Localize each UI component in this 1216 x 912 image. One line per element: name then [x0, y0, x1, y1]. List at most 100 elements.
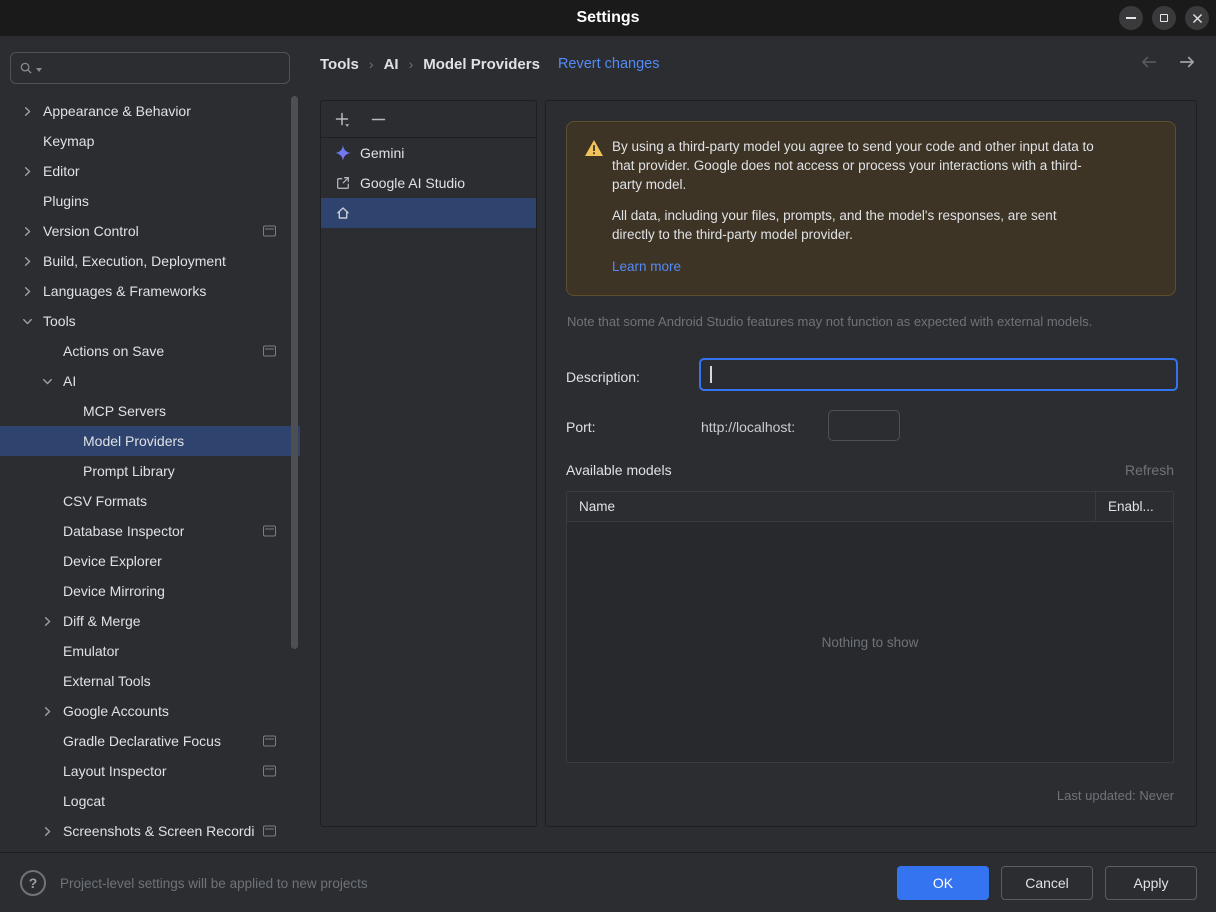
sidebar-item-label: Languages & Frameworks	[43, 283, 207, 299]
close-button[interactable]	[1185, 6, 1209, 30]
warning-icon	[585, 140, 603, 156]
help-icon: ?	[28, 875, 38, 891]
sidebar-item-editor[interactable]: Editor	[0, 156, 300, 186]
external-models-note: Note that some Android Studio features m…	[567, 314, 1093, 329]
refresh-link[interactable]: Refresh	[1125, 462, 1174, 478]
port-label: Port:	[566, 419, 596, 435]
project-settings-icon	[263, 765, 276, 777]
sidebar-item-prompt-library[interactable]: Prompt Library	[0, 456, 300, 486]
sidebar-item-plugins[interactable]: Plugins	[0, 186, 300, 216]
search-box[interactable]	[10, 52, 290, 84]
project-settings-icon	[263, 225, 276, 237]
sidebar-item-emulator[interactable]: Emulator	[0, 636, 300, 666]
sidebar-item-label: External Tools	[63, 673, 151, 689]
chevron-right-icon[interactable]	[20, 163, 43, 179]
sidebar-item-label: AI	[63, 373, 77, 389]
chevron-right-icon[interactable]	[20, 103, 43, 119]
ai-studio-icon	[335, 175, 351, 191]
models-table: Name Enabl... Nothing to show	[566, 491, 1174, 763]
provider-item-label: Google AI Studio	[360, 175, 466, 191]
chevron-down-icon[interactable]	[40, 373, 63, 389]
chevron-down-icon[interactable]	[20, 313, 43, 329]
sidebar-item-languages-frameworks[interactable]: Languages & Frameworks	[0, 276, 300, 306]
sidebar-item-label: CSV Formats	[63, 493, 148, 509]
maximize-button[interactable]	[1152, 6, 1176, 30]
sidebar-item-label: Keymap	[43, 133, 95, 149]
apply-button[interactable]: Apply	[1105, 866, 1197, 900]
sidebar-item-database-inspector[interactable]: Database Inspector	[0, 516, 300, 546]
sidebar-item-keymap[interactable]: Keymap	[0, 126, 300, 156]
sidebar-item-label: Logcat	[63, 793, 106, 809]
sidebar-item-layout-inspector[interactable]: Layout Inspector	[0, 756, 300, 786]
chevron-right-icon[interactable]	[40, 613, 63, 629]
description-input[interactable]	[699, 358, 1178, 391]
minimize-button[interactable]	[1119, 6, 1143, 30]
revert-changes-link[interactable]: Revert changes	[558, 56, 660, 72]
provider-item-google-ai-studio[interactable]: Google AI Studio	[321, 168, 536, 198]
learn-more-link[interactable]: Learn more	[612, 257, 681, 276]
arrow-forward-icon[interactable]	[1178, 53, 1196, 71]
arrow-back-icon[interactable]	[1140, 53, 1158, 71]
sidebar-item-device-explorer[interactable]: Device Explorer	[0, 546, 300, 576]
sidebar-item-label: Diff & Merge	[63, 613, 141, 629]
chevron-right-icon[interactable]	[20, 253, 43, 269]
history-navigation	[1140, 53, 1196, 71]
sidebar-item-appearance-behavior[interactable]: Appearance & Behavior	[0, 96, 300, 126]
breadcrumb-item-ai[interactable]: AI	[384, 56, 399, 73]
titlebar: Settings	[0, 0, 1216, 36]
chevron-right-icon[interactable]	[20, 283, 43, 299]
minimize-icon	[1126, 17, 1136, 19]
sidebar-item-ai[interactable]: AI	[0, 366, 300, 396]
chevron-right-icon[interactable]	[40, 703, 63, 719]
provider-toolbar	[321, 101, 536, 138]
remove-provider-button[interactable]	[367, 108, 389, 130]
sidebar-item-external-tools[interactable]: External Tools	[0, 666, 300, 696]
sidebar-item-mcp-servers[interactable]: MCP Servers	[0, 396, 300, 426]
provider-item-gemini[interactable]: Gemini	[321, 138, 536, 168]
provider-list: Gemini Google AI Studio	[321, 138, 536, 228]
sidebar-item-csv-formats[interactable]: CSV Formats	[0, 486, 300, 516]
sidebar-item-google-accounts[interactable]: Google Accounts	[0, 696, 300, 726]
sidebar-item-label: Layout Inspector	[63, 763, 167, 779]
column-header-enabled[interactable]: Enabl...	[1096, 492, 1173, 521]
settings-window: Settings Appearance & Behavior Keymap Edit…	[0, 0, 1216, 912]
sidebar-item-model-providers[interactable]: Model Providers	[0, 426, 300, 456]
chevron-right-icon[interactable]	[20, 223, 43, 239]
breadcrumb-item-model-providers[interactable]: Model Providers	[423, 56, 540, 73]
add-provider-button[interactable]	[331, 108, 353, 130]
provider-item-label: Gemini	[360, 145, 405, 161]
sidebar-item-label: MCP Servers	[83, 403, 166, 419]
sidebar-item-build-execution-deployment[interactable]: Build, Execution, Deployment	[0, 246, 300, 276]
sidebar-item-gradle-declarative-focus[interactable]: Gradle Declarative Focus	[0, 726, 300, 756]
sidebar-item-logcat[interactable]: Logcat	[0, 786, 300, 816]
sidebar-item-label: Emulator	[63, 643, 120, 659]
port-input[interactable]	[828, 410, 900, 441]
sidebar-scrollbar[interactable]	[291, 96, 298, 649]
help-button[interactable]: ?	[20, 870, 46, 896]
sidebar-item-actions-on-save[interactable]: Actions on Save	[0, 336, 300, 366]
sidebar-item-label: Tools	[43, 313, 76, 329]
sidebar-item-diff-merge[interactable]: Diff & Merge	[0, 606, 300, 636]
column-header-name[interactable]: Name	[567, 492, 1096, 521]
breadcrumb: Tools › AI › Model Providers Revert chan…	[320, 52, 660, 76]
sidebar-item-version-control[interactable]: Version Control	[0, 216, 300, 246]
search-input[interactable]	[46, 60, 281, 76]
available-models-label: Available models	[566, 462, 672, 478]
breadcrumb-item-tools[interactable]: Tools	[320, 56, 359, 73]
sidebar-item-label: Appearance & Behavior	[43, 103, 191, 119]
sidebar-item-tools[interactable]: Tools	[0, 306, 300, 336]
provider-item-new[interactable]	[321, 198, 536, 228]
chevron-right-icon[interactable]	[40, 823, 63, 839]
sidebar-item-screenshots-screen-recordi[interactable]: Screenshots & Screen Recordi	[0, 816, 300, 846]
sidebar-item-label: Plugins	[43, 193, 89, 209]
sidebar-item-label: Version Control	[43, 223, 139, 239]
sidebar-item-label: Device Mirroring	[63, 583, 165, 599]
sidebar-item-device-mirroring[interactable]: Device Mirroring	[0, 576, 300, 606]
cancel-button[interactable]: Cancel	[1001, 866, 1093, 900]
sidebar-item-label: Prompt Library	[83, 463, 175, 479]
ok-button[interactable]: OK	[897, 866, 989, 900]
